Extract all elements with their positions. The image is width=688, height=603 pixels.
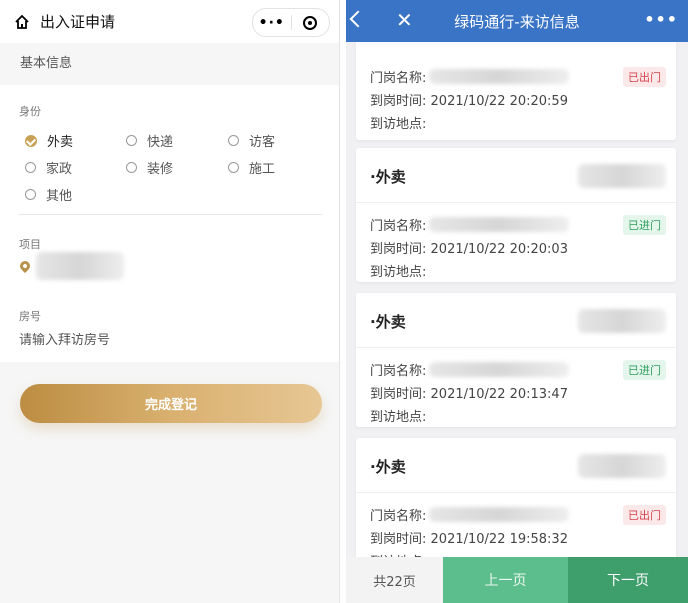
card-divider <box>356 347 676 348</box>
home-icon[interactable] <box>4 0 40 43</box>
arrival-time-row: 到岗时间: 2021/10/22 20:20:03 <box>370 238 568 257</box>
registration-form: 身份 外卖 快递 访客 家政 装修 施工 其他 项目 房号 <box>0 85 339 362</box>
visitor-name-redacted <box>578 309 666 333</box>
identity-label: 身份 <box>19 105 41 118</box>
registration-panel: 出入证申请 •·• 基本信息 身份 外卖 快递 访客 家政 装修 施工 其他 项… <box>0 0 340 603</box>
visit-place-label: 到访地点: <box>370 117 427 132</box>
gate-name-label: 门岗名称: <box>370 509 427 524</box>
previous-page-button[interactable]: 上一页 <box>443 557 568 603</box>
arrival-time-value: 2021/10/22 20:20:03 <box>430 242 568 257</box>
room-label: 房号 <box>19 310 41 323</box>
arrival-time-label: 到岗时间: <box>370 532 427 547</box>
gate-name-redacted <box>429 507 569 522</box>
arrival-time-row: 到岗时间: 2021/10/22 20:13:47 <box>370 383 568 402</box>
identity-option-housekeeping[interactable]: 家政 <box>25 158 72 177</box>
mini-program-capsule: •·• <box>252 8 330 37</box>
arrival-time-value: 2021/10/22 20:20:59 <box>430 94 568 109</box>
visit-record-card[interactable]: ·外卖 门岗名称: 已进门 到岗时间: 2021/10/22 20:20:03 … <box>356 148 676 282</box>
gate-name-label: 门岗名称: <box>370 219 427 234</box>
visit-record-list[interactable]: 门岗名称: 已出门 到岗时间: 2021/10/22 20:20:59 到访地点… <box>346 42 688 557</box>
identity-option-visitor[interactable]: 访客 <box>228 131 275 150</box>
visit-record-card[interactable]: 门岗名称: 已出门 到岗时间: 2021/10/22 20:20:59 到访地点… <box>356 42 676 140</box>
identity-option-construction[interactable]: 施工 <box>228 158 275 177</box>
option-label: 装修 <box>147 162 174 177</box>
identity-option-express[interactable]: 快递 <box>126 131 173 150</box>
status-badge: 已出门 <box>623 67 666 87</box>
arrival-time-value: 2021/10/22 19:58:32 <box>430 532 568 547</box>
more-menu-button[interactable]: •·• <box>253 9 291 36</box>
target-icon <box>303 15 318 30</box>
gate-name-redacted <box>429 217 569 232</box>
record-title: ·外卖 <box>370 313 406 331</box>
identity-option-takeout[interactable]: 外卖 <box>25 131 73 150</box>
visit-records-panel: ✕ 绿码通行-来访信息 ••• 门岗名称: 已出门 到岗时间: 2021/10/… <box>346 0 688 603</box>
checked-radio-icon <box>25 134 37 147</box>
section-title: 基本信息 <box>20 56 73 71</box>
nav-bar: 出入证申请 •·• <box>0 0 339 43</box>
more-dots-icon: •·• <box>258 14 285 31</box>
arrival-time-value: 2021/10/22 20:13:47 <box>430 387 568 402</box>
visit-record-card[interactable]: ·外卖 门岗名称: 已进门 到岗时间: 2021/10/22 20:13:47 … <box>356 293 676 427</box>
visit-place-label: 到访地点: <box>370 265 427 280</box>
arrival-time-row: 到岗时间: 2021/10/22 19:58:32 <box>370 528 568 547</box>
section-header: 基本信息 <box>0 43 339 85</box>
complete-registration-button[interactable]: 完成登记 <box>20 384 322 423</box>
pagination-bar: 共22页 上一页 下一页 <box>346 557 688 603</box>
radio-icon <box>126 135 137 146</box>
arrival-time-row: 到岗时间: 2021/10/22 20:20:59 <box>370 90 568 109</box>
option-label: 施工 <box>249 162 276 177</box>
page-title: 出入证申请 <box>40 13 116 31</box>
page-title: 绿码通行-来访信息 <box>454 13 580 31</box>
radio-icon <box>25 162 36 173</box>
next-page-button[interactable]: 下一页 <box>568 557 688 603</box>
divider <box>18 214 322 215</box>
arrival-time-label: 到岗时间: <box>370 242 427 257</box>
room-number-input[interactable] <box>19 333 319 348</box>
gate-name-redacted <box>429 69 569 84</box>
card-divider <box>356 492 676 493</box>
more-dots-icon[interactable]: ••• <box>644 10 678 29</box>
project-value-redacted[interactable] <box>36 252 124 280</box>
identity-option-other[interactable]: 其他 <box>25 185 72 204</box>
status-badge: 已进门 <box>623 360 666 380</box>
status-badge: 已出门 <box>623 505 666 525</box>
radio-icon <box>126 162 137 173</box>
gate-name-label: 门岗名称: <box>370 364 427 379</box>
radio-icon <box>25 189 36 200</box>
visitor-name-redacted <box>578 164 666 188</box>
radio-icon <box>228 135 239 146</box>
option-label: 其他 <box>46 189 73 204</box>
project-label: 项目 <box>19 238 41 251</box>
nav-bar: ✕ 绿码通行-来访信息 ••• <box>346 0 688 42</box>
identity-option-renovation[interactable]: 装修 <box>126 158 173 177</box>
radio-icon <box>228 162 239 173</box>
record-title: ·外卖 <box>370 168 406 186</box>
option-label: 外卖 <box>47 135 74 150</box>
visitor-name-redacted <box>578 454 666 478</box>
visit-place-label: 到访地点: <box>370 410 427 425</box>
page-count: 共22页 <box>346 557 443 603</box>
visit-record-card[interactable]: ·外卖 门岗名称: 已出门 到岗时间: 2021/10/22 19:58:32 … <box>356 438 676 557</box>
status-badge: 已进门 <box>623 215 666 235</box>
option-label: 快递 <box>147 135 174 150</box>
close-mini-program-button[interactable] <box>292 9 330 36</box>
gate-name-redacted <box>429 362 569 377</box>
arrival-time-label: 到岗时间: <box>370 94 427 109</box>
location-pin-icon <box>17 258 33 274</box>
gate-name-label: 门岗名称: <box>370 71 427 86</box>
card-divider <box>356 202 676 203</box>
arrival-time-label: 到岗时间: <box>370 387 427 402</box>
option-label: 家政 <box>46 162 73 177</box>
option-label: 访客 <box>249 135 276 150</box>
record-title: ·外卖 <box>370 458 406 476</box>
